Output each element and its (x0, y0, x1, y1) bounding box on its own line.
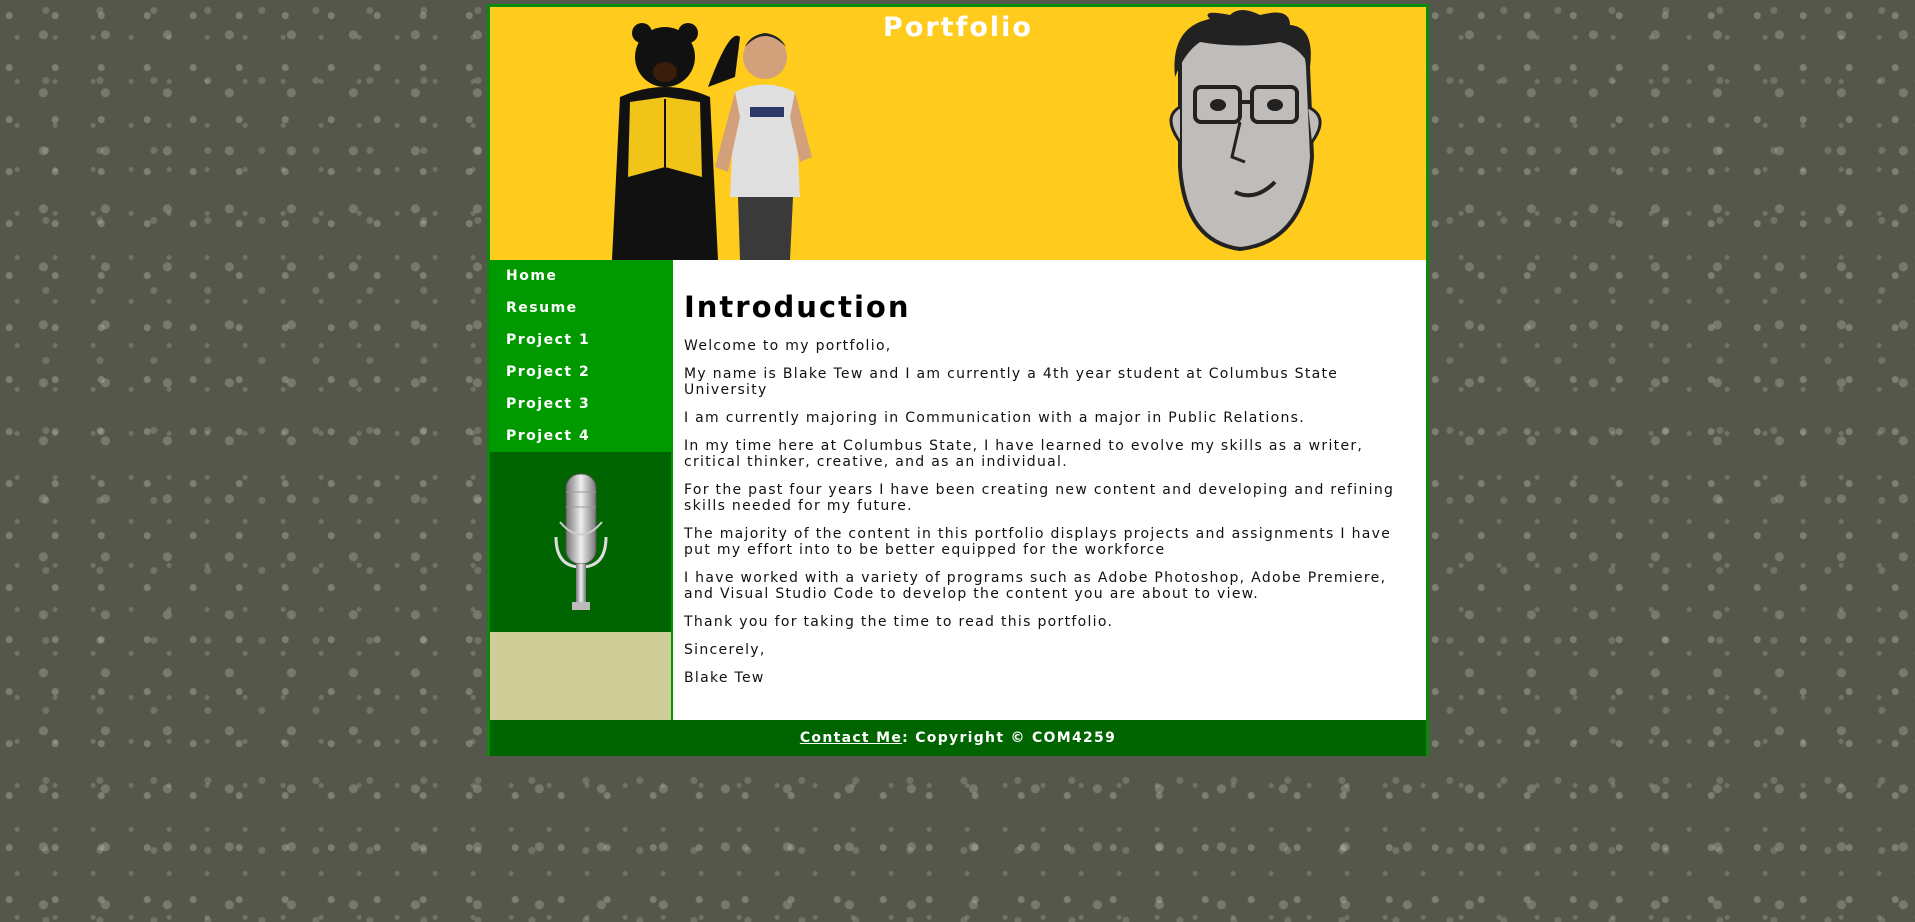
mascot-photo (612, 23, 812, 260)
copyright-text: : Copyright © COM4259 (902, 730, 1117, 746)
page-heading: Introduction (684, 290, 911, 324)
paragraph: In my time here at Columbus State, I hav… (684, 438, 1364, 470)
paragraph: Sincerely, (684, 642, 766, 658)
nav-item-home[interactable]: Home (490, 260, 671, 292)
nav-item-project-2[interactable]: Project 2 (490, 356, 671, 388)
nav-item-project-1[interactable]: Project 1 (490, 324, 671, 356)
nav-item-resume[interactable]: Resume (490, 292, 671, 324)
paragraph: The majority of the content in this port… (684, 526, 1392, 558)
caricature-image (1169, 10, 1322, 252)
nav-item-project-4[interactable]: Project 4 (490, 420, 671, 452)
paragraph: Thank you for taking the time to read th… (684, 614, 1114, 630)
divider (671, 260, 673, 720)
paragraph: I have worked with a variety of programs… (684, 570, 1387, 602)
page-wrapper: Portfolio Home Resume Project 1 Project … (487, 4, 1429, 756)
paragraph: My name is Blake Tew and I am currently … (684, 366, 1339, 398)
nav-item-project-3[interactable]: Project 3 (490, 388, 671, 420)
sidebar-image-panel (490, 452, 671, 632)
sidebar-filler (490, 632, 671, 720)
sidebar-nav: Home Resume Project 1 Project 2 Project … (490, 260, 671, 452)
header-banner: Portfolio (490, 7, 1426, 260)
paragraph: For the past four years I have been crea… (684, 482, 1395, 514)
signature: Blake Tew (684, 670, 765, 686)
paragraph: Welcome to my portfolio, (684, 338, 892, 354)
main-content: Introduction Welcome to my portfolio, My… (684, 260, 1414, 720)
paragraph: I am currently majoring in Communication… (684, 410, 1306, 426)
contact-me-link[interactable]: Contact Me (800, 730, 902, 746)
footer: Contact Me: Copyright © COM4259 (490, 720, 1426, 756)
microphone-icon (554, 473, 608, 610)
